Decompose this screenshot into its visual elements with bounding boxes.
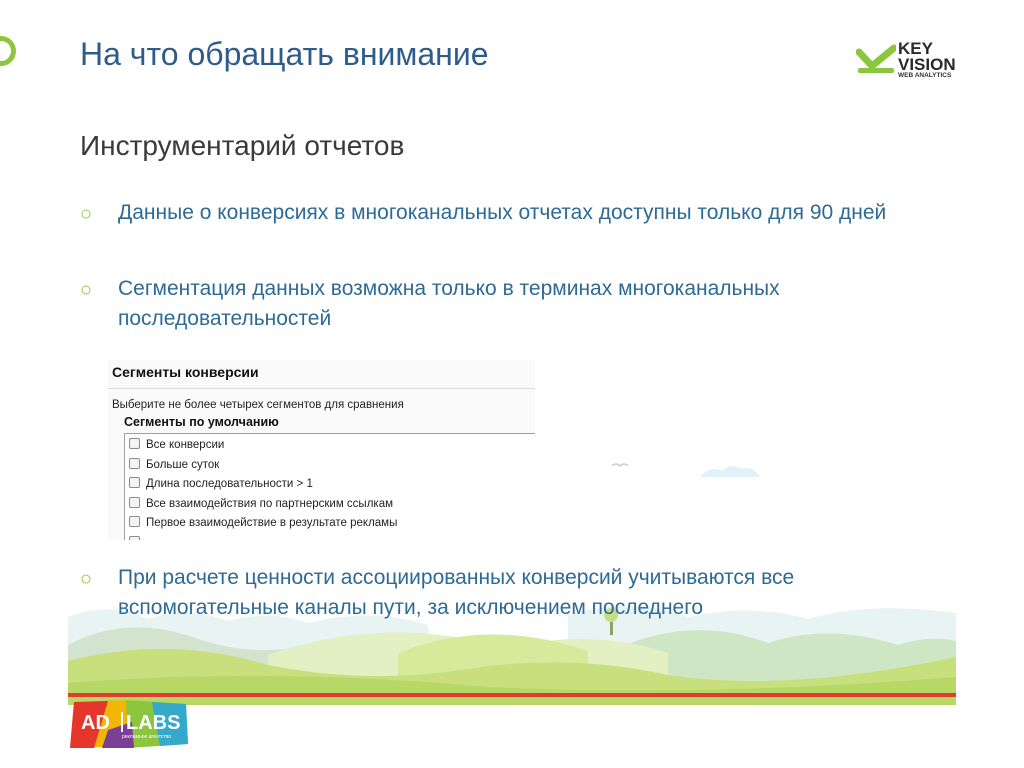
bullet-text: При расчете ценности ассоциированных кон… — [118, 566, 795, 619]
bullet-text: Данные о конверсиях в многоканальных отч… — [118, 201, 887, 224]
bullet-marker-icon: ○ — [80, 568, 93, 590]
bird-icon — [611, 463, 629, 467]
segment-label: Длина последовательности > 1 — [146, 478, 313, 490]
segment-option-partial[interactable] — [129, 536, 146, 540]
segment-option[interactable]: Длина последовательности > 1 — [129, 477, 313, 490]
segment-label: Больше суток — [146, 459, 220, 471]
segment-checkbox[interactable] — [129, 477, 140, 488]
segment-label: Все взаимодействия по партнерским ссылка… — [146, 498, 393, 510]
segments-group-label: Сегменты по умолчанию — [124, 415, 279, 429]
segment-option[interactable]: Больше суток — [129, 458, 219, 471]
conversion-segments-screenshot: Сегменты конверсии Выберите не более чет… — [108, 360, 535, 540]
adlabs-logo-tagline: рекламное агентство — [122, 734, 172, 740]
segments-panel-title: Сегменты конверсии — [112, 364, 259, 380]
divider — [108, 388, 535, 389]
keyvision-checkmark-icon — [856, 44, 896, 73]
bullet-marker-icon: ○ — [80, 279, 93, 301]
segment-checkbox[interactable] — [129, 536, 140, 540]
bullet-marker-icon: ○ — [80, 203, 93, 225]
segments-hint: Выберите не более четырех сегментов для … — [112, 399, 404, 411]
adlabs-logo-divider — [121, 712, 123, 732]
logo-tagline: WEB ANALYTICS — [898, 72, 952, 79]
segment-checkbox[interactable] — [129, 497, 140, 508]
section-subtitle: Инструментарий отчетов — [80, 130, 405, 161]
adlabs-logo-labs: LABS — [126, 712, 181, 734]
logo-word-vision: VISION — [898, 55, 956, 74]
segments-list: Все конверсии Больше суток Длина последо… — [124, 433, 535, 540]
segment-option[interactable]: Все взаимодействия по партнерским ссылка… — [129, 497, 393, 510]
adlabs-logo-ad: AD — [81, 712, 110, 734]
segment-checkbox[interactable] — [129, 458, 140, 469]
corner-ring-decoration — [0, 36, 16, 66]
slide-title: На что обращать внимание — [80, 36, 489, 72]
bullet-text: Сегментация данных возможна только в тер… — [118, 277, 780, 330]
segment-checkbox[interactable] — [129, 516, 140, 527]
segment-label: Все конверсии — [146, 439, 225, 451]
cloud-icon — [700, 466, 760, 477]
segment-option[interactable]: Первое взаимодействие в результате рекла… — [129, 516, 397, 529]
segment-label: Первое взаимодействие в результате рекла… — [146, 517, 398, 529]
segment-option[interactable]: Все конверсии — [129, 438, 224, 451]
keyvision-logo: KEY VISION WEB ANALYTICS — [856, 40, 960, 82]
segment-checkbox[interactable] — [129, 438, 140, 449]
adlabs-logo: AD LABS рекламное агентство — [68, 700, 190, 750]
